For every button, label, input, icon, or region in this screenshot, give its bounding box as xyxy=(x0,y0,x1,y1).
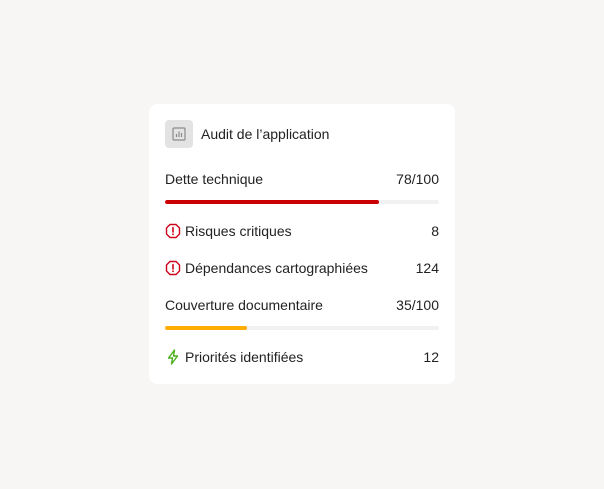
metric-label: Dépendances cartographiées xyxy=(185,260,368,276)
metric-row-risques-critiques: Risques critiques 8 xyxy=(165,223,439,239)
metric-row-couverture: Couverture documentaire 35/100 xyxy=(165,297,439,313)
progress-bar-couverture xyxy=(165,326,439,330)
metric-label: Risques critiques xyxy=(185,223,292,239)
metric-value: 12 xyxy=(423,349,439,365)
metric-row-priorites: Priorités identifiées 12 xyxy=(165,349,439,365)
metric-label: Couverture documentaire xyxy=(165,297,323,313)
alert-octagon-icon xyxy=(165,223,181,239)
progress-fill-couverture xyxy=(165,326,248,330)
metric-label: Priorités identifiées xyxy=(185,349,304,365)
audit-card: Audit de l’application Dette technique 7… xyxy=(149,104,455,384)
card-title: Audit de l’application xyxy=(201,126,330,142)
metric-value: 124 xyxy=(415,260,439,276)
progress-fill-dette xyxy=(165,200,379,204)
lightning-bolt-icon xyxy=(165,349,181,365)
alert-octagon-icon xyxy=(165,260,181,276)
metric-value: 8 xyxy=(431,223,439,239)
metric-row-dependances: Dépendances cartographiées 124 xyxy=(165,260,439,276)
metric-value: 35/100 xyxy=(396,297,439,313)
metric-label: Dette technique xyxy=(165,171,264,187)
progress-bar-dette xyxy=(165,200,439,204)
metric-row-dette-technique: Dette technique 78/100 xyxy=(165,171,439,187)
card-header: Audit de l’application xyxy=(165,120,329,148)
metric-value: 78/100 xyxy=(396,171,439,187)
bar-chart-icon xyxy=(165,120,193,148)
